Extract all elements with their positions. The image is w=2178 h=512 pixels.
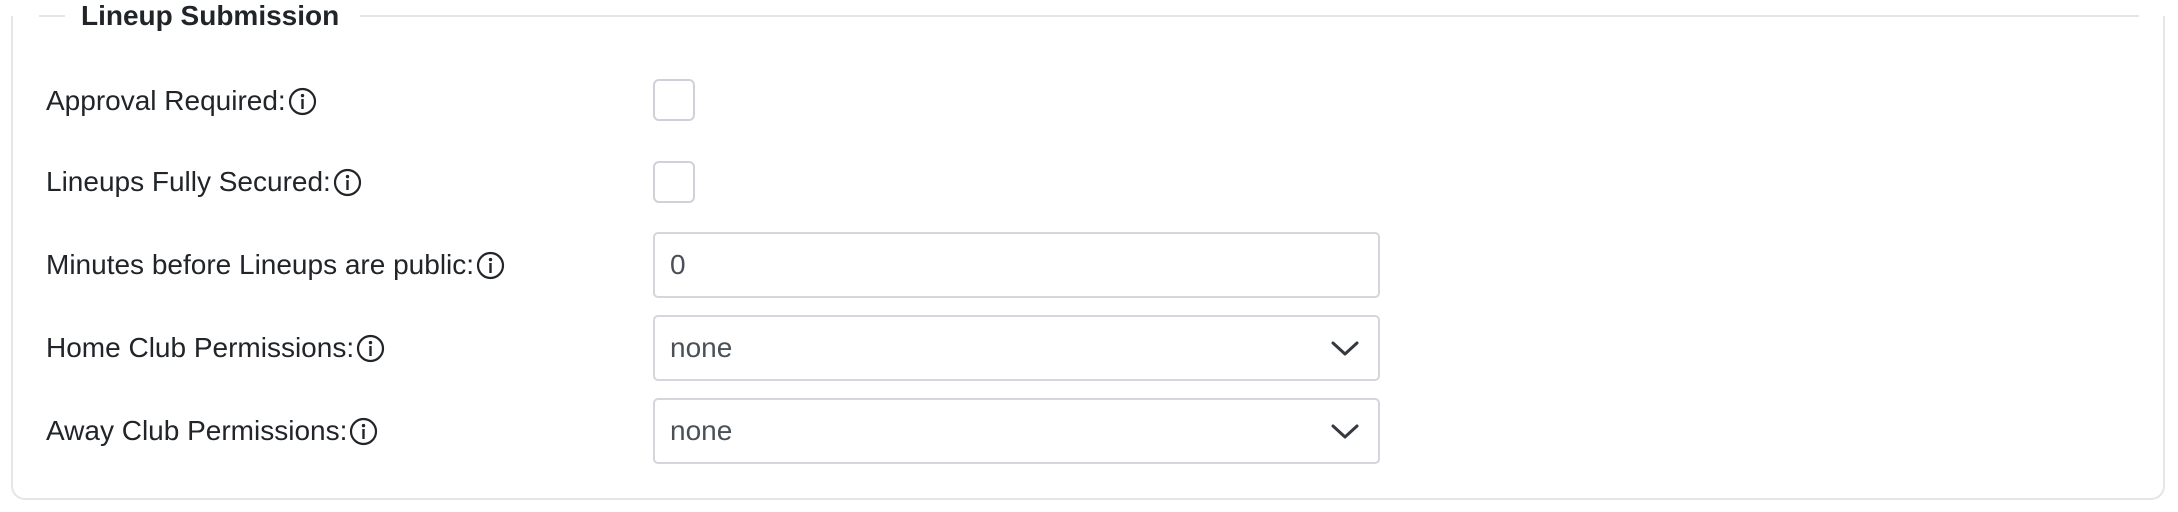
info-icon[interactable] [333,168,362,197]
info-icon[interactable] [476,251,505,280]
minutes-before-public-input[interactable]: 0 [653,232,1380,298]
section-title: Lineup Submission [81,0,340,31]
lineups-fully-secured-label-text: Lineups Fully Secured: [46,166,331,197]
fieldset-border-top-right [360,15,2139,17]
lineups-fully-secured-label: Lineups Fully Secured: [46,165,362,199]
chevron-down-icon [1331,341,1359,356]
home-club-permissions-selected: none [670,332,733,363]
info-icon[interactable] [356,334,385,363]
lineups-fully-secured-checkbox[interactable] [653,161,695,203]
home-club-permissions-label: Home Club Permissions: [46,331,385,365]
minutes-before-public-label-text: Minutes before Lineups are public: [46,249,475,280]
minutes-before-public-label: Minutes before Lineups are public: [46,248,505,282]
home-club-permissions-select[interactable]: none [653,315,1380,381]
away-club-permissions-label-text: Away Club Permissions: [46,415,348,446]
approval-required-checkbox[interactable] [653,79,695,121]
approval-required-label-text: Approval Required: [46,85,286,116]
away-club-permissions-select[interactable]: none [653,398,1380,464]
info-icon[interactable] [288,87,317,116]
fieldset-border-top-left [39,15,65,17]
info-icon[interactable] [349,417,378,446]
approval-required-label: Approval Required: [46,84,317,118]
away-club-permissions-selected: none [670,415,733,446]
away-club-permissions-label: Away Club Permissions: [46,414,378,448]
minutes-before-public-value: 0 [670,249,686,280]
home-club-permissions-label-text: Home Club Permissions: [46,332,355,363]
chevron-down-icon [1331,424,1359,439]
